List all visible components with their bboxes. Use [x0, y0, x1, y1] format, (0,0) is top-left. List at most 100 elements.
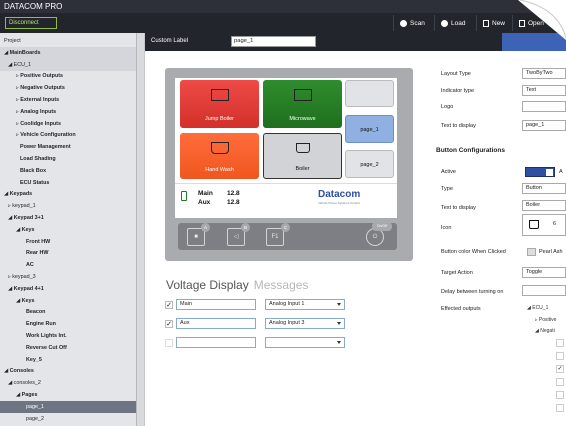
- output-checkbox[interactable]: [556, 378, 564, 386]
- scan-button[interactable]: Scan: [393, 15, 431, 31]
- toggle-knob: [546, 169, 553, 176]
- button-text-input[interactable]: Boiler: [522, 200, 566, 211]
- disconnect-button[interactable]: Disconnect: [5, 17, 57, 29]
- tree-item-label: Project: [4, 38, 21, 44]
- tree-item[interactable]: ◢ Consoles: [0, 365, 136, 377]
- voltage-source-select[interactable]: [265, 337, 345, 348]
- tree-item[interactable]: Work Lights Int.: [0, 330, 136, 342]
- tab-voltage-display[interactable]: Voltage Display: [166, 278, 249, 292]
- output-tree-positive[interactable]: ▹ Positive: [535, 317, 556, 323]
- voltage-row-checkbox[interactable]: [165, 339, 173, 347]
- tree-item-label: Coolidge Inputs: [20, 120, 61, 127]
- scan-label: Scan: [410, 19, 425, 27]
- tree-item[interactable]: ▹ External Inputs: [0, 94, 136, 106]
- tree-item[interactable]: Rear HW: [0, 247, 136, 259]
- tree-item[interactable]: ◢ Keys: [0, 295, 136, 307]
- tree-item[interactable]: page_2: [0, 413, 136, 425]
- type-select[interactable]: Button: [522, 183, 566, 194]
- tree-item[interactable]: ◢ ECU_1: [0, 58, 136, 71]
- tree-item[interactable]: Reverse Cut Off: [0, 342, 136, 354]
- delay-input[interactable]: [522, 285, 566, 296]
- logo-input[interactable]: [522, 101, 566, 112]
- tree-item-label: Black Box: [20, 167, 47, 174]
- tree-item-label: Consoles: [9, 368, 34, 375]
- key-f1-label: F1: [271, 234, 279, 240]
- tree-item[interactable]: Front HW: [0, 236, 136, 248]
- tile-boiler[interactable]: Boiler: [263, 133, 342, 179]
- output-checkbox[interactable]: ✓: [556, 365, 564, 373]
- output-checkbox[interactable]: [556, 352, 564, 360]
- tree-item[interactable]: ▹ keypad_1: [0, 200, 136, 212]
- layout-type-select[interactable]: TwoByTwo: [522, 68, 566, 79]
- tree-item[interactable]: Key_5: [0, 354, 136, 366]
- tree-item[interactable]: ◢ MainBoards: [0, 46, 136, 59]
- tree-item-label: Negative Outputs: [20, 85, 65, 92]
- tree-item-label: page_2: [26, 415, 44, 422]
- tree-item[interactable]: page_1: [0, 400, 136, 413]
- output-checkbox[interactable]: [556, 404, 564, 412]
- key-f1[interactable]: F1: [266, 228, 284, 246]
- load-button[interactable]: Load: [434, 15, 471, 31]
- tile-blank[interactable]: [345, 80, 394, 107]
- tree-item[interactable]: ▹ Negative Outputs: [0, 82, 136, 94]
- tile-label: Microwave: [289, 116, 316, 122]
- tile-label: Jump Boiler: [204, 116, 235, 122]
- output-tree-negative[interactable]: ◢ Negati: [535, 328, 555, 334]
- output-checkbox[interactable]: [556, 339, 564, 347]
- tree-item[interactable]: ▹ Analog Inputs: [0, 106, 136, 118]
- disconnect-label: Disconnect: [9, 20, 39, 26]
- new-button[interactable]: New: [476, 15, 511, 31]
- tree-item[interactable]: ◢ Keys: [0, 224, 136, 236]
- indicator-type-select[interactable]: Text: [522, 85, 566, 96]
- voltage-row-checkbox[interactable]: ✓: [165, 301, 173, 309]
- tab-messages[interactable]: Messages: [254, 278, 309, 292]
- tile-jump-boiler[interactable]: Jump Boiler: [180, 80, 259, 128]
- output-checkbox[interactable]: [556, 391, 564, 399]
- tree-item[interactable]: ◢ Keypad 4+1: [0, 283, 136, 295]
- custom-label-input[interactable]: page_1: [231, 36, 316, 47]
- icon-picker[interactable]: 6: [522, 214, 566, 236]
- tree-item[interactable]: ▹ Coolidge Inputs: [0, 118, 136, 130]
- tree-item-label: ECU Status: [20, 179, 50, 186]
- tree-item[interactable]: ◢ Keypad 3+1: [0, 212, 136, 224]
- tile-microwave[interactable]: Microwave: [263, 80, 342, 128]
- voltage-source-select[interactable]: Analog Input 3: [265, 318, 345, 329]
- button-text-label: Text to display: [441, 205, 476, 211]
- tile-hand-wash[interactable]: Hand Wash: [180, 133, 259, 179]
- target-action-select[interactable]: Toggle: [522, 267, 566, 278]
- tree-item[interactable]: Load Shading: [0, 153, 136, 165]
- tree-item[interactable]: Black Box: [0, 165, 136, 177]
- tree-item[interactable]: Project: [0, 35, 136, 47]
- tree-item[interactable]: ▹ Vehicle Configuration: [0, 129, 136, 141]
- active-toggle[interactable]: [525, 167, 555, 177]
- text-display-input[interactable]: page_1: [522, 120, 566, 131]
- tree-item-label: Rear HW: [26, 250, 49, 257]
- voltage-row-checkbox[interactable]: ✓: [165, 320, 173, 328]
- tree-item[interactable]: ECU Status: [0, 177, 136, 189]
- voltage-source-select[interactable]: Analog Input 1: [265, 299, 345, 310]
- tree-item[interactable]: ◢ consoles_2: [0, 377, 136, 389]
- output-tree-ecu[interactable]: ◢ ECU_1: [527, 305, 548, 311]
- tree-item[interactable]: Power Management: [0, 141, 136, 153]
- tree-item-label: keypad_1: [12, 203, 36, 210]
- chevron-down-icon: [337, 341, 341, 344]
- voltage-name-input[interactable]: Aux: [176, 318, 256, 329]
- tile-page-2[interactable]: page_2: [345, 150, 394, 178]
- tree-item[interactable]: ▹ keypad_3: [0, 271, 136, 283]
- scroll-gutter[interactable]: [137, 33, 145, 426]
- tree-item[interactable]: AC: [0, 259, 136, 271]
- voltage-name-input[interactable]: [176, 337, 256, 348]
- main-label: Main: [198, 190, 213, 197]
- tree-item-label: Front HW: [26, 238, 51, 245]
- aux-value: 12.8: [227, 199, 240, 206]
- tree-item[interactable]: ▹ Positive Outputs: [0, 70, 136, 82]
- tree-item[interactable]: Beacon: [0, 306, 136, 318]
- tile-label: Hand Wash: [205, 167, 234, 173]
- tree-item[interactable]: ◢ Keypads: [0, 188, 136, 200]
- tree-item[interactable]: ◢ Pages: [0, 389, 136, 401]
- voltage-name-input[interactable]: Main: [176, 299, 256, 310]
- tile-page-1[interactable]: page_1: [345, 115, 394, 143]
- tree-item[interactable]: Engine Run: [0, 318, 136, 330]
- tree-item-label: External Inputs: [20, 97, 60, 103]
- color-swatch[interactable]: [527, 248, 536, 256]
